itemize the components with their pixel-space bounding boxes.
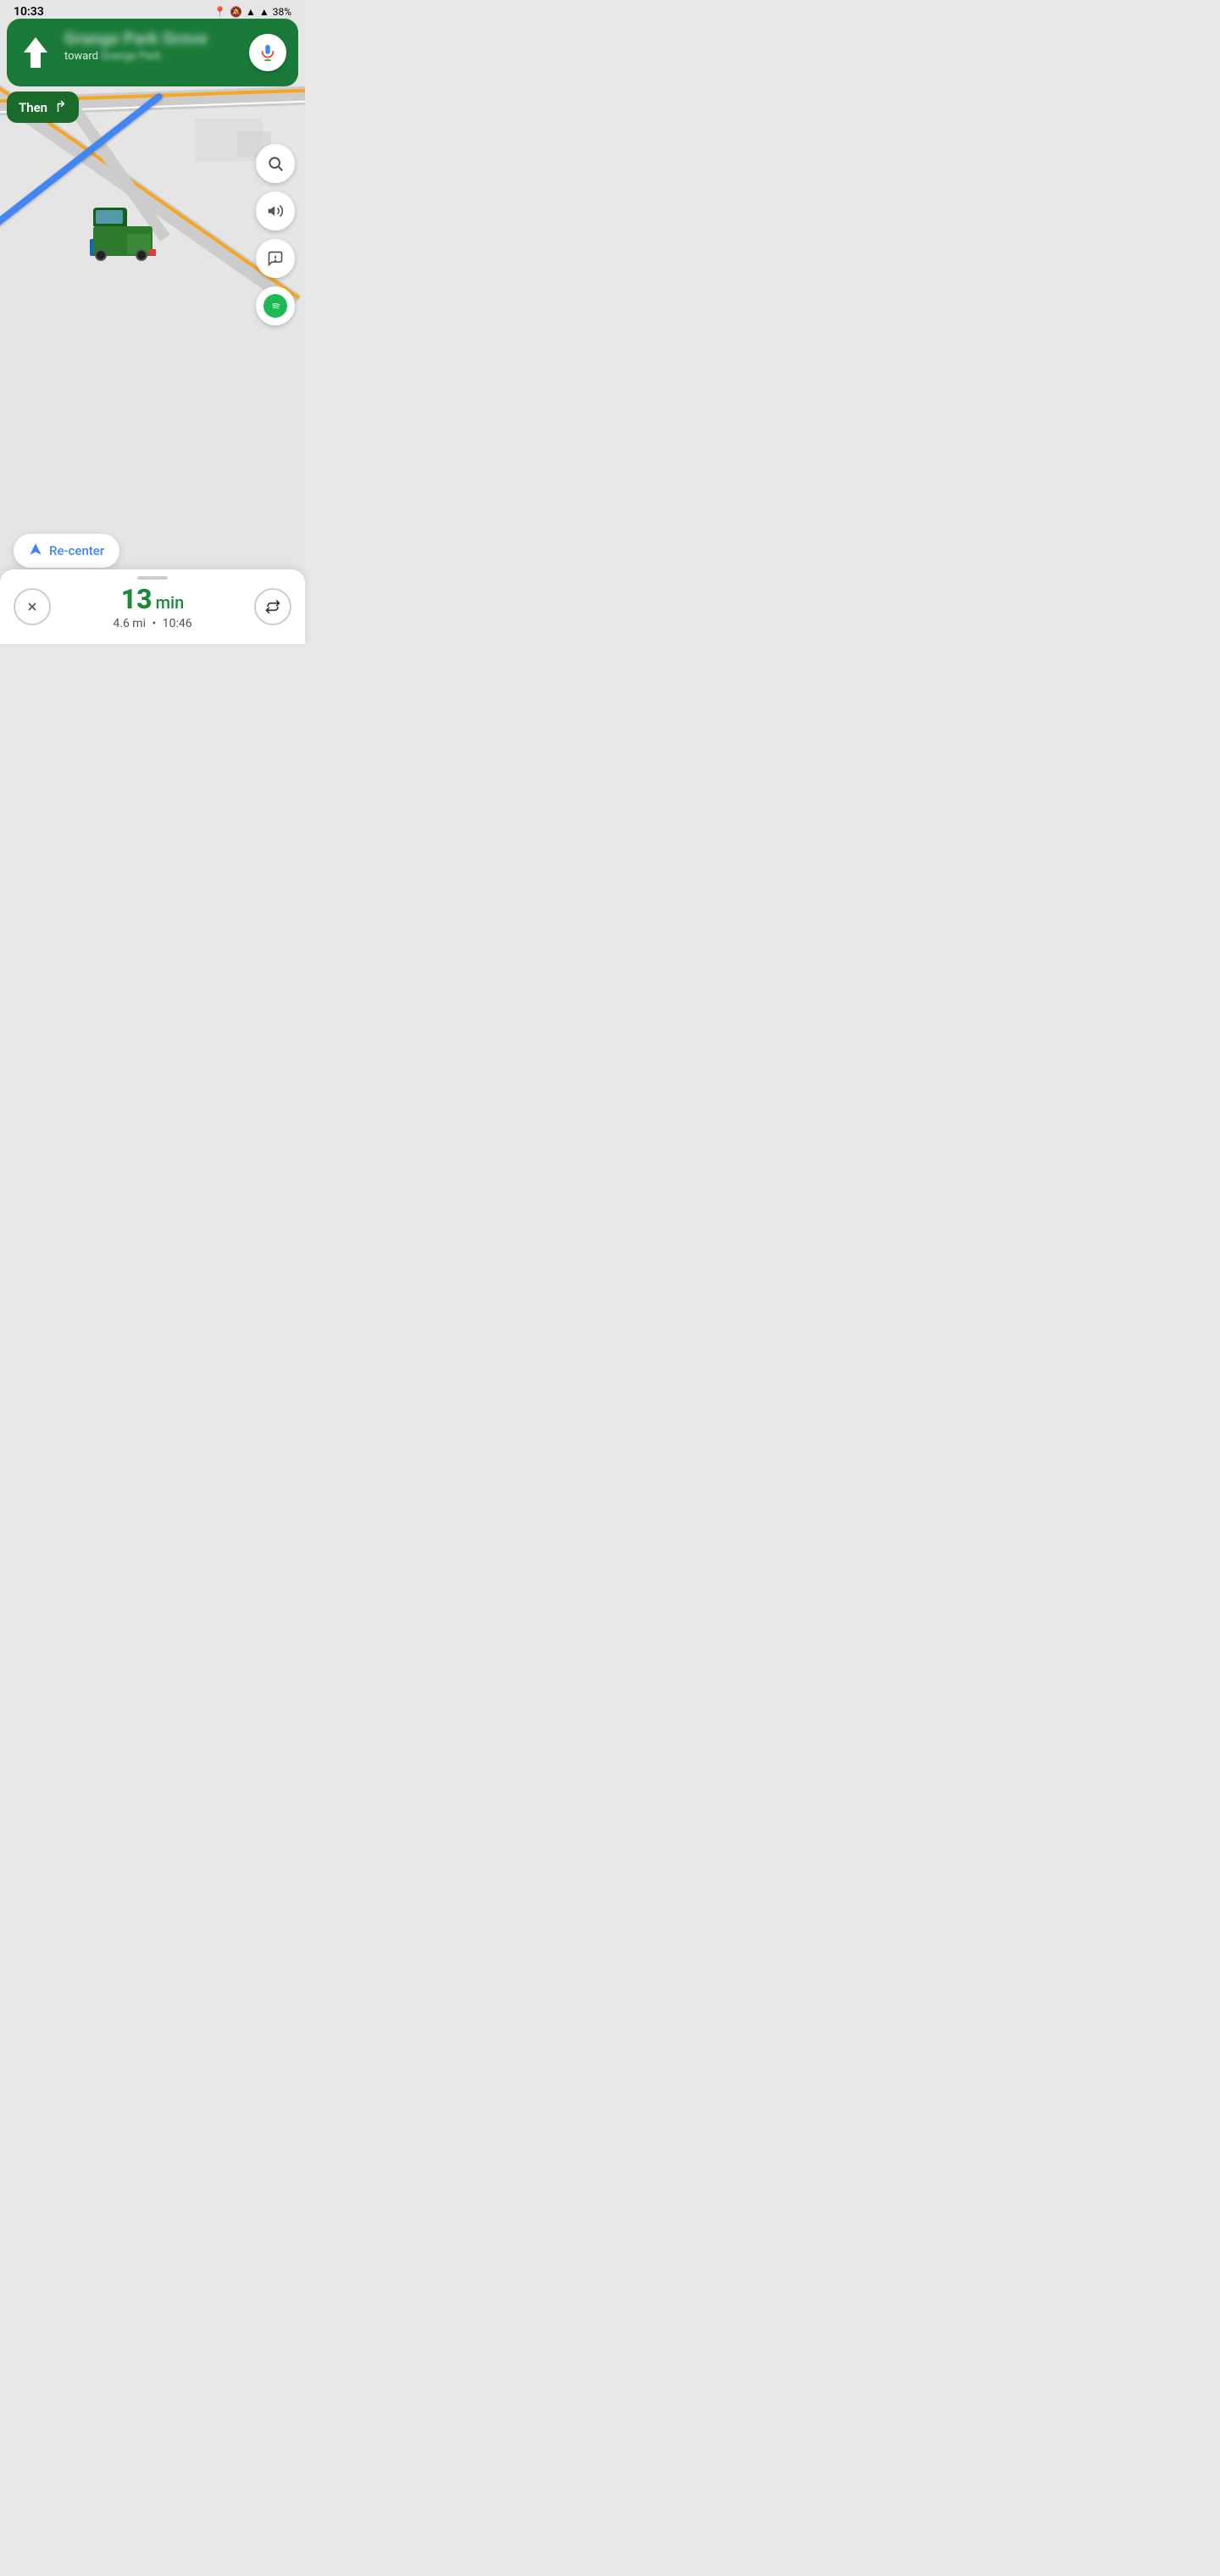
navigation-header: Grange Park Grove toward Grange Park <box>7 19 298 86</box>
status-icons: 📍 🔕 ▲ ▲ 38% <box>214 6 291 18</box>
drag-handle <box>137 576 168 580</box>
recenter-label: Re-center <box>49 543 104 558</box>
spotify-button[interactable] <box>256 286 295 325</box>
location-icon: 📍 <box>214 6 226 18</box>
spotify-icon <box>263 294 287 318</box>
eta-details: 4.6 mi • 10:46 <box>51 617 254 630</box>
status-time: 10:33 <box>14 5 44 19</box>
eta-container: 13 min 4.6 mi • 10:46 <box>51 583 254 630</box>
street-name: Grange Park Grove <box>64 29 247 48</box>
status-bar: 10:33 📍 🔕 ▲ ▲ 38% <box>0 0 305 24</box>
destination-name: Grange Park <box>101 50 161 63</box>
wifi-icon: ▲ <box>246 6 256 18</box>
then-label: Then <box>19 100 47 115</box>
right-controls <box>256 144 295 325</box>
vehicle-icon <box>85 203 161 263</box>
toward-label: toward Grange Park <box>64 50 247 63</box>
eta-time: 13 min <box>51 583 254 615</box>
battery-level: 38% <box>273 6 291 18</box>
eta-unit: min <box>156 592 185 613</box>
mic-button[interactable] <box>249 34 286 71</box>
report-button[interactable] <box>256 239 295 278</box>
signal-icon: ▲ <box>259 6 269 18</box>
mute-icon: 🔕 <box>230 6 242 18</box>
recenter-button[interactable]: Re-center <box>14 534 119 568</box>
eta-distance: 4.6 mi <box>113 617 146 630</box>
cancel-navigation-button[interactable] <box>14 588 51 625</box>
recenter-icon <box>29 542 42 559</box>
eta-minutes: 13 <box>121 583 152 615</box>
bottom-bar: 13 min 4.6 mi • 10:46 <box>0 569 305 644</box>
direction-arrow-up <box>20 34 51 71</box>
routes-button[interactable] <box>254 588 291 625</box>
then-turn-indicator: Then ↱ <box>7 92 79 123</box>
turn-arrow-icon: ↱ <box>54 98 67 116</box>
volume-button[interactable] <box>256 192 295 230</box>
eta-arrival: 10:46 <box>163 617 192 630</box>
search-button[interactable] <box>256 144 295 183</box>
